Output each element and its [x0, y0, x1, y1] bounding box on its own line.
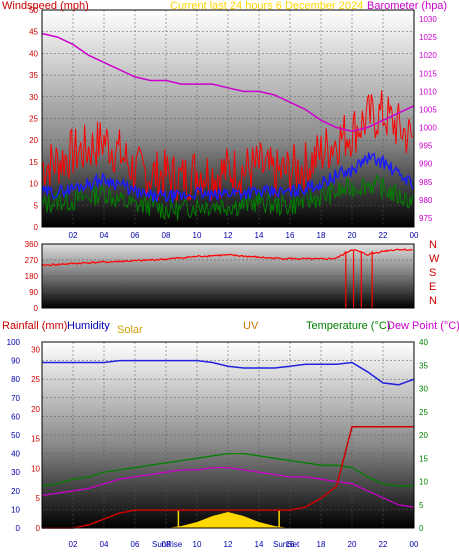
climate-x-tick: 10: [193, 540, 202, 549]
temperature-axis-label: Temperature (°C): [306, 320, 390, 332]
barometer-y-tick: 1010: [419, 87, 437, 96]
wind-x-tick: 18: [317, 231, 326, 240]
barometer-y-tick: 1025: [419, 33, 437, 42]
climate-x-tick: 02: [69, 540, 78, 549]
humidity-y-tick: 50: [11, 431, 20, 440]
compass-label: S: [429, 267, 436, 279]
rain-y-tick: 15: [31, 435, 40, 444]
wind-y-tick: 35: [29, 71, 38, 80]
direction-y-tick: 90: [29, 288, 38, 297]
wind-x-tick: 10: [193, 231, 202, 240]
barometer-y-tick: 1000: [419, 124, 437, 133]
climate-x-tick: 22: [379, 540, 388, 549]
barometer-y-tick: 1030: [419, 15, 437, 24]
rain-y-tick: 5: [36, 494, 41, 503]
wind-y-tick: 25: [29, 115, 38, 124]
compass-label: N: [429, 239, 437, 251]
humidity-y-tick: 10: [11, 505, 20, 514]
barometer-axis-label: Barometer (hpa): [367, 0, 447, 12]
climate-x-tick: 06: [131, 540, 140, 549]
barometer-y-tick: 1020: [419, 51, 437, 60]
wind-y-tick: 0: [34, 223, 39, 232]
dewpoint-axis-label: Dew Point (°C): [387, 320, 459, 332]
temp-y-tick: 5: [419, 501, 424, 510]
weather-chart-svg: 0510152025303540455097598098599099510001…: [2, 0, 459, 549]
wind-y-tick: 15: [29, 158, 38, 167]
barometer-y-tick: 1015: [419, 69, 437, 78]
compass-label: N: [429, 295, 437, 307]
barometer-y-tick: 990: [419, 160, 433, 169]
compass-label: W: [429, 253, 440, 265]
climate-x-tick: 04: [100, 540, 109, 549]
temp-y-tick: 20: [419, 431, 428, 440]
temp-y-tick: 25: [419, 408, 428, 417]
humidity-y-tick: 0: [16, 524, 21, 533]
rain-y-tick: 30: [31, 345, 40, 354]
humidity-y-tick: 20: [11, 487, 20, 496]
wind-x-tick: 20: [348, 231, 357, 240]
wind-y-tick: 10: [29, 180, 38, 189]
rain-y-tick: 25: [31, 375, 40, 384]
direction-y-tick: 0: [34, 304, 39, 313]
temp-y-tick: 35: [419, 361, 428, 370]
rain-y-tick: 20: [31, 405, 40, 414]
solar-label: Solar: [117, 324, 143, 336]
wind-y-tick: 20: [29, 136, 38, 145]
wind-x-tick: 16: [286, 231, 295, 240]
climate-x-tick: 00: [410, 540, 419, 549]
wind-x-tick: 22: [379, 231, 388, 240]
humidity-y-tick: 100: [7, 338, 21, 347]
humidity-y-tick: 80: [11, 375, 20, 384]
rain-y-tick: 0: [36, 524, 41, 533]
wind-y-tick: 5: [34, 201, 39, 210]
temp-y-tick: 15: [419, 454, 428, 463]
wind-x-tick: 02: [69, 231, 78, 240]
compass-labels: NWSEN: [429, 239, 440, 307]
sunrise-label: SunRise: [152, 540, 183, 549]
temp-y-tick: 30: [419, 385, 428, 394]
humidity-y-tick: 70: [11, 394, 20, 403]
humidity-y-tick: 40: [11, 450, 20, 459]
temp-y-tick: 0: [419, 524, 424, 533]
temp-y-tick: 10: [419, 478, 428, 487]
wind-y-tick: 40: [29, 49, 38, 58]
barometer-y-tick: 975: [419, 214, 433, 223]
sunset-label: SunSet: [273, 540, 300, 549]
wind-y-tick: 45: [29, 28, 38, 37]
wind-x-tick: 08: [162, 231, 171, 240]
barometer-y-tick: 1005: [419, 105, 437, 114]
windspeed-axis-label: Windspeed (mph): [2, 0, 89, 12]
humidity-axis-label: Humidity: [67, 320, 110, 332]
wind-x-tick: 04: [100, 231, 109, 240]
temp-y-tick: 40: [419, 338, 428, 347]
direction-y-tick: 270: [25, 256, 39, 265]
chart-title: Current last 24 hours 6 December 2024: [170, 0, 363, 12]
wind-x-tick: 12: [224, 231, 233, 240]
climate-x-tick: 12: [224, 540, 233, 549]
climate-x-tick: 14: [255, 540, 264, 549]
wind-x-tick: 14: [255, 231, 264, 240]
climate-x-tick: 18: [317, 540, 326, 549]
uv-label: UV: [243, 320, 259, 332]
compass-label: E: [429, 281, 436, 293]
rainfall-axis-label: Rainfall (mm): [2, 320, 67, 332]
weather-graph: 0 5 10 15 20 25 30 35 40 45 50 975 980 985 990 995 1000 1…: [0, 0, 459, 554]
wind-x-tick: 06: [131, 231, 140, 240]
humidity-y-tick: 30: [11, 468, 20, 477]
humidity-y-tick: 90: [11, 357, 20, 366]
humidity-y-tick: 60: [11, 412, 20, 421]
barometer-y-tick: 995: [419, 142, 433, 151]
barometer-y-tick: 980: [419, 196, 433, 205]
wind-x-tick: 00: [410, 231, 419, 240]
direction-y-tick: 180: [25, 272, 39, 281]
wind-y-tick: 30: [29, 93, 38, 102]
barometer-y-tick: 985: [419, 178, 433, 187]
climate-x-tick: 20: [348, 540, 357, 549]
direction-y-tick: 360: [25, 240, 39, 249]
rain-y-tick: 10: [31, 464, 40, 473]
